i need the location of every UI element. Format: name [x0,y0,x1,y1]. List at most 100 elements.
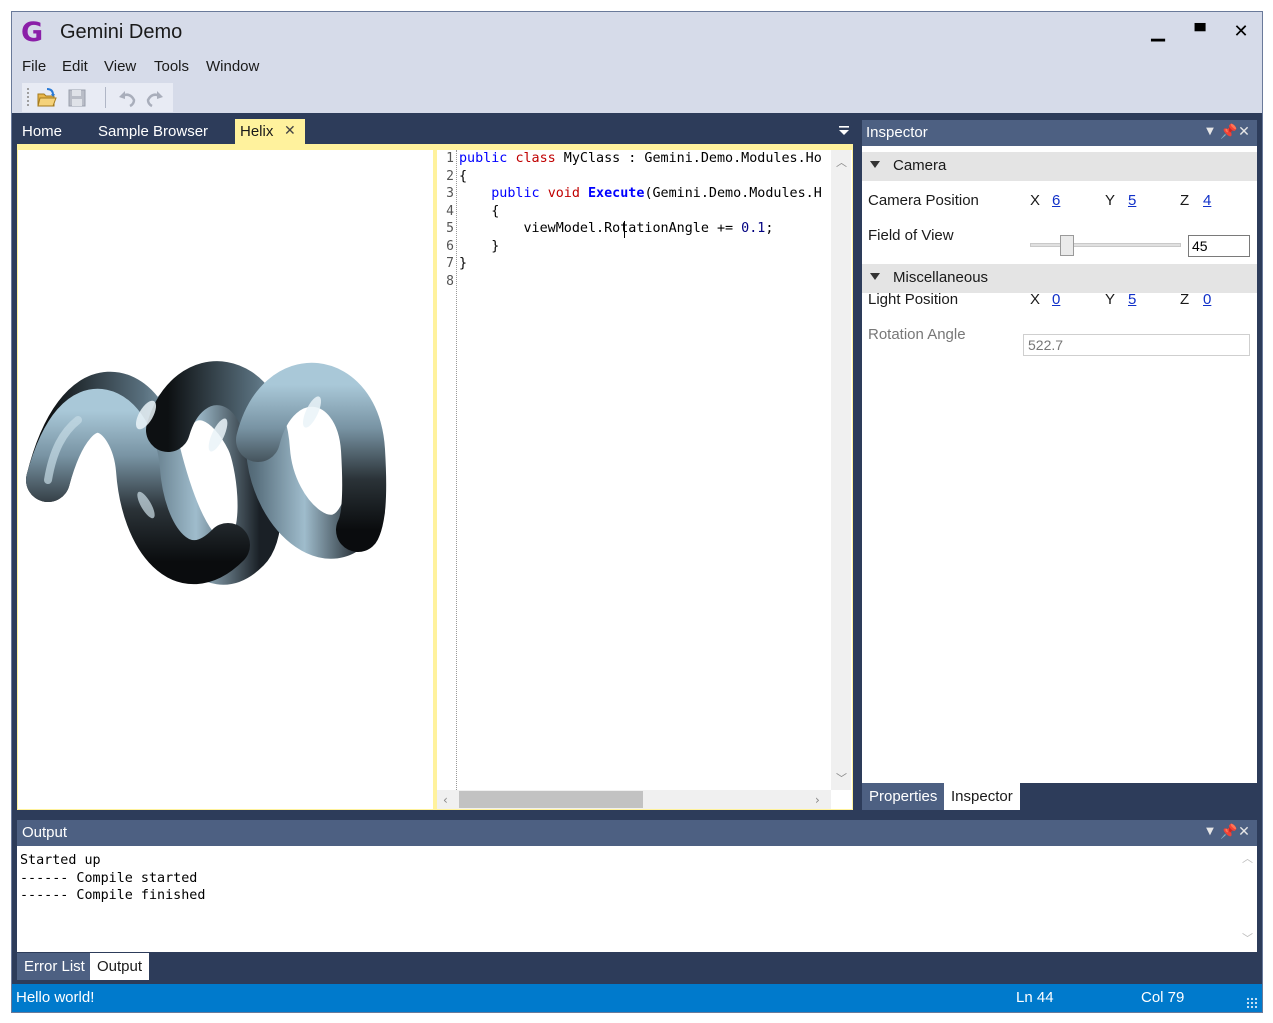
tab-label: Home [22,123,63,140]
editor-horizontal-scrollbar[interactable]: ‹ › [437,790,831,809]
window-title: Gemini Demo [60,21,183,43]
menu-tools[interactable]: Tools [154,58,189,75]
pin-icon[interactable]: 📌 [1220,125,1237,139]
section-miscellaneous[interactable]: Miscellaneous [862,264,1257,293]
menu-window[interactable]: Window [206,58,259,75]
tab-label: Properties [869,788,938,805]
line-number: 3 [446,186,454,201]
tab-label: Error List [24,958,85,975]
scroll-down-icon[interactable]: ﹀ [1242,930,1253,946]
tab-inspector[interactable]: Inspector [944,783,1020,810]
line-number: 6 [446,238,454,254]
pane-menu-icon[interactable]: ▼ [1203,825,1217,839]
minimize-icon: ▁ [1151,21,1165,42]
collapse-triangle-icon[interactable] [870,273,880,280]
app-logo-icon: G [21,17,44,48]
status-line: Ln 44 [1016,989,1054,1006]
text-caret [624,221,625,238]
pane-close-icon[interactable]: ✕ [1237,125,1251,139]
code-token: } [459,256,468,271]
pane-close-icon[interactable]: ✕ [1237,825,1251,839]
code-token: } [459,238,500,254]
pin-icon[interactable]: 📌 [1220,825,1237,839]
line-number: 8 [446,273,454,289]
toolbar-separator [105,87,106,108]
code-token: public [459,151,508,166]
tab-properties[interactable]: Properties [862,783,945,810]
code-line: public void Execute(Gemini.Demo.Modules.… [459,185,831,203]
field-of-view-input[interactable] [1188,235,1250,257]
scroll-left-icon[interactable]: ‹ [443,793,448,807]
scroll-up-icon[interactable]: ︿ [836,154,847,170]
collapse-triangle-icon[interactable] [870,161,880,168]
menu-edit[interactable]: Edit [62,58,88,75]
tab-close-icon[interactable]: ✕ [284,119,296,144]
status-bar: Hello world! Ln 44 Col 79 [12,984,1262,1012]
menu-bar: File Edit View Tools Window [12,54,1262,82]
light-z-value[interactable]: 0 [1203,291,1211,308]
rotation-angle-field: 522.7 [1023,334,1250,356]
3d-viewport[interactable] [18,150,433,809]
field-of-view-label: Field of View [868,227,954,244]
main-window: G Gemini Demo ▁ ▀ ✕ File Edit View Tools… [11,11,1263,1013]
close-button[interactable]: ✕ [1223,18,1259,46]
line-number: 2 [446,168,454,184]
output-vertical-scrollbar[interactable]: ︿ ﹀ [1237,846,1257,952]
tab-label: Inspector [951,788,1013,805]
code-text[interactable]: public class MyClass : Gemini.Demo.Modul… [459,150,831,790]
scroll-right-icon[interactable]: › [815,793,820,807]
scroll-down-icon[interactable]: ﹀ [836,770,847,786]
close-icon: ✕ [1233,21,1249,42]
redo-icon[interactable] [144,87,166,109]
tab-output[interactable]: Output [90,953,150,980]
toolbar-grip[interactable] [26,87,30,107]
editor-vertical-scrollbar[interactable]: ︿ ﹀ [831,150,851,790]
camera-y-value[interactable]: 5 [1128,192,1136,209]
field-of-view-slider-thumb[interactable] [1060,235,1074,256]
code-token: void [547,186,580,201]
camera-z-value[interactable]: 4 [1203,192,1211,209]
light-x-value[interactable]: 0 [1052,291,1060,308]
axis-label: Z [1180,192,1190,209]
undo-icon[interactable] [116,87,138,109]
output-panel: Started up ------ Compile started ------… [17,846,1257,952]
minimize-button[interactable]: ▁ [1140,18,1176,46]
save-icon[interactable] [66,87,88,109]
tab-label: Sample Browser [98,123,209,140]
tab-error-list[interactable]: Error List [17,953,92,980]
open-icon[interactable] [36,87,58,109]
camera-x-value[interactable]: 6 [1052,192,1060,209]
menu-file[interactable]: File [22,58,46,75]
output-tab-strip: Error List Output [17,953,517,980]
axis-label: X [1030,192,1041,209]
tab-label: Output [97,958,143,975]
light-y-value[interactable]: 5 [1128,291,1136,308]
toolbar [12,82,1262,113]
document-tab-strip: Home Sample Browser Helix ✕ [17,119,855,144]
resize-grip-icon[interactable] [1246,997,1258,1009]
inspector-title: Inspector [866,124,928,141]
output-text[interactable]: Started up ------ Compile started ------… [20,852,205,905]
inspector-tab-strip: Properties Inspector [862,783,1257,810]
line-number: 5 [446,221,454,236]
light-position-label: Light Position [868,291,959,308]
toolbar-group [22,83,173,112]
axis-label: Y [1105,291,1116,308]
tab-home[interactable]: Home [17,119,91,144]
scroll-up-icon[interactable]: ︿ [1242,850,1253,866]
document-list-dropdown-icon[interactable] [838,124,850,138]
section-camera[interactable]: Camera [862,152,1257,181]
code-token: public [491,186,540,201]
axis-label: Y [1105,192,1116,209]
inspector-header: Inspector ▼ 📌 ✕ [862,120,1257,146]
tab-sample-browser[interactable]: Sample Browser [93,119,233,144]
tab-helix[interactable]: Helix ✕ [235,119,305,144]
menu-view[interactable]: View [104,58,136,75]
pane-menu-icon[interactable]: ▼ [1203,125,1217,139]
maximize-button[interactable]: ▀ [1182,18,1218,46]
field-of-view-slider[interactable] [1030,243,1181,247]
code-editor[interactable]: 1 2 3 4 5 6 7 8 public class MyClass : G… [437,150,852,809]
inspector-panel: Camera Camera Position X 6 Y 5 Z 4 Field… [862,146,1257,783]
horizontal-scroll-thumb[interactable] [459,791,643,808]
